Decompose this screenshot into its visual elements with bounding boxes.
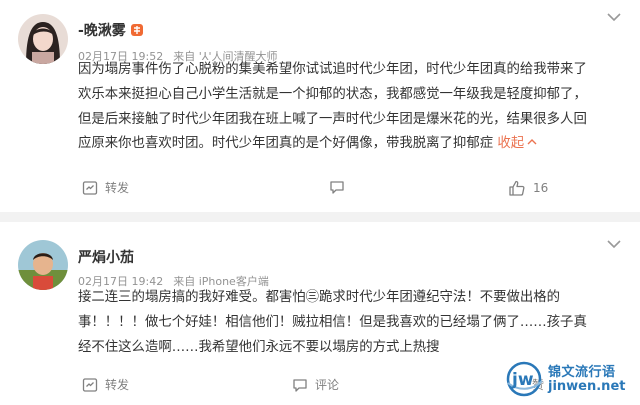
- comment-icon: [330, 181, 344, 194]
- like-count: 16: [533, 181, 549, 195]
- username[interactable]: -晚湫雾: [78, 20, 144, 40]
- red-badge-icon: [130, 23, 144, 37]
- comment-label: 评论: [315, 378, 340, 392]
- watermark-url: jinwen.net: [548, 379, 626, 394]
- content-line: 接二连三的塌房搞的我好难受。都害怕㊂跪求时代少年团遵纪守法！不要做出格的: [78, 290, 561, 305]
- collapse-label[interactable]: 收起: [497, 136, 524, 151]
- collapse-link[interactable]: 收起: [497, 136, 537, 151]
- content-line: 但是后来接触了时代少年团我在班上喊了一声时代少年团是爆米花的光，结果很多人回: [78, 111, 587, 127]
- comment-icon: [293, 378, 307, 392]
- content-line-text: 应原来你也喜欢时团。时代少年团真的是个好偶像，带我脱离了抑郁症: [78, 136, 494, 152]
- username-text[interactable]: -晚湫雾: [78, 23, 126, 39]
- post-content: 因为塌房事件伤了心脱粉的集美希望你试试追时代少年团，时代少年团真的给我带来了 欢…: [78, 58, 626, 157]
- chevron-down-icon[interactable]: [606, 11, 622, 23]
- jw-logo-icon: jw: [506, 361, 543, 397]
- post-content: 接二连三的塌房搞的我好难受。都害怕㊂跪求时代少年团遵纪守法！不要做出格的 事！！…: [78, 286, 626, 360]
- repost-label: 转发: [105, 181, 130, 195]
- chevron-down-icon[interactable]: [606, 238, 622, 250]
- comment-card: -晚湫雾 02月17日 19:52 来自 '⅄'人间清醒大师 因为塌房事件伤了心脱…: [0, 0, 640, 212]
- username[interactable]: 严焆小茄: [78, 247, 134, 267]
- avatar[interactable]: [18, 240, 68, 290]
- avatar[interactable]: [18, 14, 68, 64]
- watermark-title: 锦文流行语: [548, 365, 616, 380]
- repost-label: 转发: [105, 378, 130, 392]
- repost-icon: [82, 377, 98, 392]
- content-line: 经不住这么造啊……我希望他们永远不要以塌房的方式上热搜: [78, 339, 440, 355]
- content-line: 事！！！！做七个好娃！相信他们！贼拉相信！但是我喜欢的已经塌了俩了……孩子真: [78, 314, 587, 330]
- chevron-up-icon: [527, 139, 537, 145]
- content-line: 欢乐本来挺担心自己小学生活就是一个抑郁的状态，我都感觉一年级我是轻度抑郁了，: [78, 86, 587, 102]
- action-bar: 转发 16: [78, 179, 640, 199]
- comment-button[interactable]: [329, 179, 345, 195]
- repost-icon: [82, 180, 98, 195]
- content-line: 因为塌房事件伤了心脱粉的集美希望你试试追时代少年团，时代少年团真的给我带来了: [78, 62, 587, 77]
- logo-text: jw: [511, 370, 534, 390]
- watermark: jw 锦文流行语 jinwen.net: [504, 359, 636, 399]
- thumbs-up-icon: [509, 180, 525, 196]
- comment-button[interactable]: 评论: [292, 376, 339, 393]
- like-button[interactable]: 16: [508, 179, 548, 197]
- repost-button[interactable]: 转发: [82, 179, 129, 196]
- content-line: 应原来你也喜欢时团。时代少年团真的是个好偶像，带我脱离了抑郁症 收起: [78, 132, 626, 157]
- divider: [0, 212, 640, 222]
- repost-button[interactable]: 转发: [82, 376, 129, 393]
